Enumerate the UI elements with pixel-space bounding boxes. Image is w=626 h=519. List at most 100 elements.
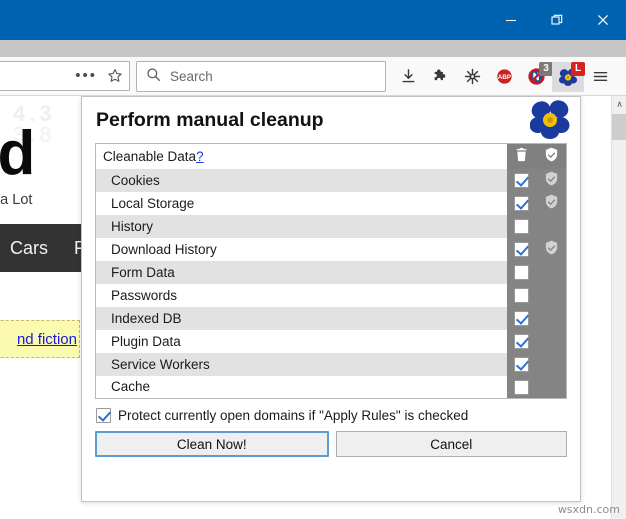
window-minimize-button[interactable] [488, 0, 534, 40]
row-label: History [95, 214, 507, 238]
adblock-plus-icon[interactable]: ABP [488, 62, 520, 92]
cleanable-data-header: Cleanable Data? [95, 143, 507, 169]
page-highlight-box: nd fiction [0, 320, 80, 358]
page-actions-icon[interactable]: ••• [75, 68, 97, 83]
row-clean-cell[interactable] [506, 237, 537, 261]
toolbar-icon-group: ABP 3 L [392, 57, 616, 96]
row-protect-cell [536, 375, 567, 399]
row-label: Service Workers [95, 352, 507, 376]
row-label: Passwords [95, 283, 507, 307]
row-protect-cell [536, 283, 567, 307]
table-row: Download History [95, 237, 567, 261]
row-clean-cell[interactable] [506, 283, 537, 307]
row-label: Download History [95, 237, 507, 261]
row-clean-cell[interactable] [506, 329, 537, 353]
extensions-puzzle-icon[interactable] [424, 62, 456, 92]
row-clean-cell[interactable] [506, 306, 537, 330]
star-icon[interactable] [107, 68, 123, 84]
settings-gear-icon[interactable] [456, 62, 488, 92]
table-header-row: Cleanable Data? [95, 143, 567, 169]
search-bar[interactable]: Search [136, 61, 386, 92]
shield-check-icon[interactable] [544, 194, 559, 209]
clean-checkbox[interactable] [514, 287, 529, 303]
shield-check-icon [536, 143, 567, 169]
dialog-header: Perform manual cleanup [82, 97, 580, 143]
trash-can-icon [506, 143, 537, 169]
protect-open-domains-row[interactable]: Protect currently open domains if "Apply… [95, 399, 567, 431]
watermark: wsxdn.com [557, 503, 620, 516]
shield-check-icon[interactable] [544, 171, 559, 186]
row-label: Cache [95, 375, 507, 399]
clean-checkbox[interactable] [514, 310, 529, 326]
cleanable-data-rows: Cookies Local Storage History Download Hist… [95, 168, 567, 399]
hamburger-menu-icon[interactable] [584, 62, 616, 92]
row-label: Cookies [95, 168, 507, 192]
page-nav-item-cars[interactable]: Cars [10, 238, 48, 259]
cleanable-data-help-link[interactable]: ? [196, 149, 204, 164]
row-protect-cell [536, 306, 567, 330]
vanilla-cookie-manager-badge: L [571, 61, 585, 76]
row-protect-cell [536, 214, 567, 238]
shield-check-icon[interactable] [544, 240, 559, 255]
window-restore-button[interactable] [534, 0, 580, 40]
table-row: Indexed DB [95, 306, 567, 330]
clean-checkbox[interactable] [514, 356, 529, 372]
row-protect-cell [536, 329, 567, 353]
clean-checkbox[interactable] [514, 333, 529, 349]
scroll-up-arrow-icon[interactable]: ∧ [612, 96, 626, 113]
address-bar[interactable]: ••• [0, 61, 130, 91]
row-clean-cell[interactable] [506, 352, 537, 376]
row-clean-cell[interactable] [506, 260, 537, 284]
row-protect-cell[interactable] [536, 191, 567, 215]
table-row: Cache [95, 375, 567, 399]
table-row: Passwords [95, 283, 567, 307]
row-clean-cell[interactable] [506, 168, 537, 192]
clean-checkbox[interactable] [514, 241, 529, 257]
row-clean-cell[interactable] [506, 375, 537, 399]
row-protect-cell[interactable] [536, 168, 567, 192]
noscript-badge-count: 3 [539, 61, 553, 76]
table-row: Plugin Data [95, 329, 567, 353]
row-label: Indexed DB [95, 306, 507, 330]
cleanable-data-table: Cleanable Data? Cookies Local Storage Hi… [95, 143, 567, 399]
search-icon [146, 67, 161, 87]
clean-checkbox[interactable] [514, 172, 529, 188]
clean-now-button[interactable]: Clean Now! [95, 431, 329, 457]
window-close-button[interactable] [580, 0, 626, 40]
window-titlebar [0, 0, 626, 40]
row-clean-cell[interactable] [506, 191, 537, 215]
clean-checkbox[interactable] [514, 264, 529, 280]
vanilla-cookie-manager-icon[interactable]: L [552, 61, 585, 92]
dialog-body: Cleanable Data? Cookies Local Storage Hi… [82, 143, 580, 469]
downloads-icon[interactable] [392, 62, 424, 92]
scrollbar-thumb[interactable] [612, 114, 626, 140]
page-scrollbar[interactable]: ∧ [611, 96, 626, 519]
protect-open-domains-checkbox[interactable] [96, 408, 111, 423]
clean-checkbox[interactable] [514, 218, 529, 234]
page-subheadline: out a Lot [0, 192, 33, 208]
row-clean-cell[interactable] [506, 214, 537, 238]
row-protect-cell[interactable] [536, 237, 567, 261]
table-row: History [95, 214, 567, 238]
dialog-title: Perform manual cleanup [96, 108, 324, 131]
noscript-icon[interactable]: 3 [520, 61, 553, 92]
row-protect-cell [536, 260, 567, 284]
table-row: Cookies [95, 168, 567, 192]
browser-chrome-strip [0, 40, 626, 57]
table-row: Local Storage [95, 191, 567, 215]
cancel-button[interactable]: Cancel [335, 431, 567, 457]
page-highlight-link[interactable]: nd fiction [17, 331, 77, 348]
row-label: Local Storage [95, 191, 507, 215]
row-protect-cell [536, 352, 567, 376]
table-row: Service Workers [95, 352, 567, 376]
row-label: Form Data [95, 260, 507, 284]
search-input[interactable]: Search [170, 69, 213, 84]
cleanable-data-label: Cleanable Data [103, 148, 197, 164]
page-headline: ed [0, 119, 35, 188]
clean-checkbox[interactable] [514, 195, 529, 211]
row-label: Plugin Data [95, 329, 507, 353]
clean-checkbox[interactable] [514, 379, 529, 395]
dialog-button-row: Clean Now! Cancel [95, 431, 567, 469]
blue-flower-icon [529, 99, 570, 139]
svg-text:ABP: ABP [497, 74, 510, 81]
